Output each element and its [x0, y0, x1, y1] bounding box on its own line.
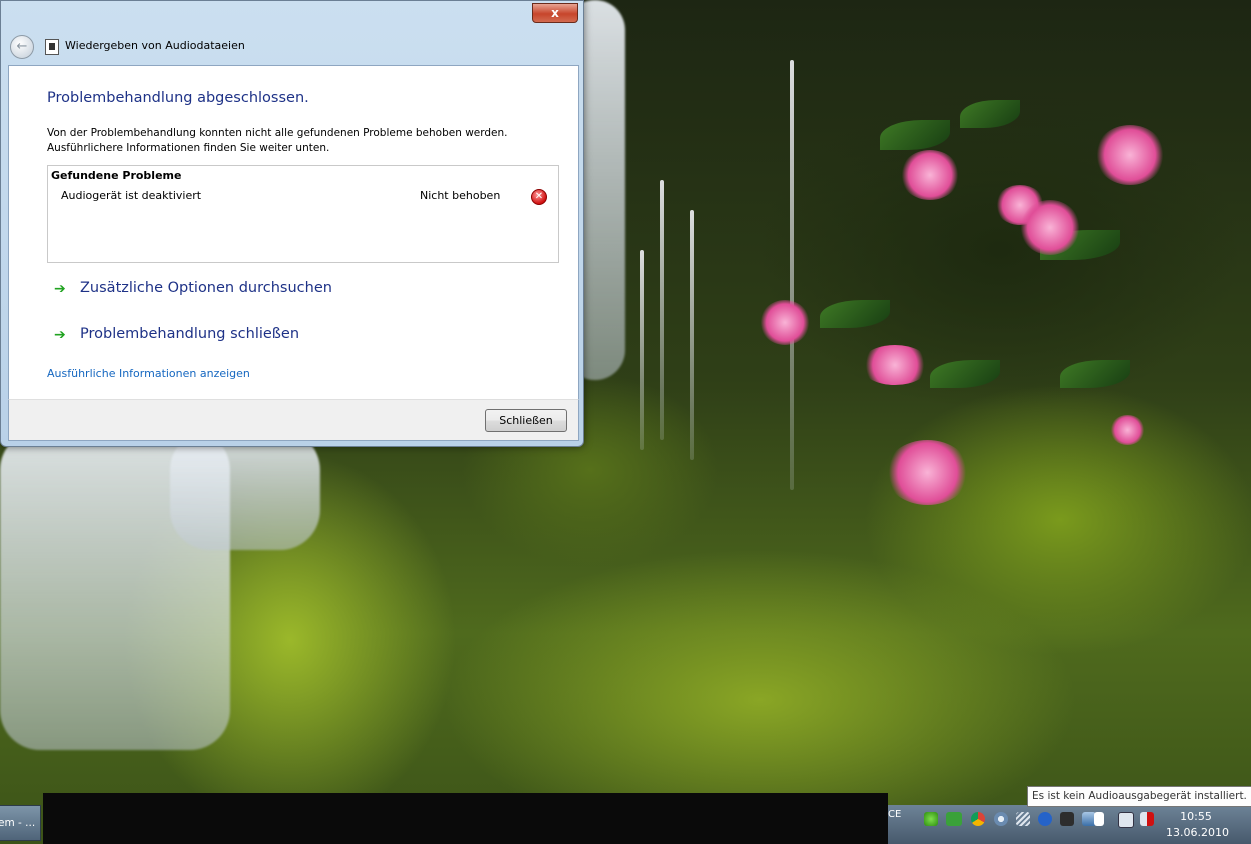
- language-indicator[interactable]: CE: [888, 809, 901, 820]
- speaker-muted-icon[interactable]: [1140, 812, 1154, 826]
- water-streak: [660, 180, 664, 440]
- problem-row[interactable]: Audiogerät ist deaktiviert Nicht behoben…: [48, 189, 558, 207]
- green-arrow-icon: ➔: [54, 327, 66, 343]
- tooltip: Es ist kein Audioausgabegerät installier…: [1027, 786, 1251, 807]
- option-label: Zusätzliche Optionen durchsuchen: [80, 280, 332, 296]
- window-title: Wiedergeben von Audiodataeien: [65, 39, 245, 52]
- problem-name: Audiogerät ist deaktiviert: [61, 189, 202, 202]
- problems-header: Gefundene Probleme: [51, 169, 182, 182]
- window-close-button[interactable]: x: [532, 3, 578, 23]
- taskbar-black-area: [43, 793, 888, 844]
- waterfall-shape: [170, 430, 320, 550]
- ovi-icon[interactable]: [946, 812, 962, 826]
- troubleshooter-window: x ← Wiedergeben von Audiodataeien Proble…: [0, 0, 584, 447]
- green-star-icon[interactable]: [924, 812, 938, 826]
- water-streak: [690, 210, 694, 460]
- chrome-icon[interactable]: [971, 812, 985, 826]
- water-streak: [790, 60, 794, 490]
- description-line: Ausführlichere Informationen finden Sie …: [47, 142, 330, 154]
- gear-icon[interactable]: [994, 812, 1008, 826]
- option-label: Problembehandlung schließen: [80, 326, 300, 342]
- leaf-shape: [880, 120, 950, 150]
- bluetooth-icon[interactable]: [1038, 812, 1052, 826]
- page-heading: Problembehandlung abgeschlossen.: [47, 90, 309, 106]
- problem-status: Nicht behoben: [420, 189, 501, 202]
- error-icon: ✕: [531, 189, 547, 205]
- flower-shape: [1110, 415, 1145, 445]
- flag-icon[interactable]: [1094, 812, 1104, 826]
- leaf-shape: [1060, 360, 1130, 388]
- title-bar: x ← Wiedergeben von Audiodataeien: [1, 1, 583, 63]
- footer-bar: Schließen: [8, 399, 579, 441]
- leaf-shape: [930, 360, 1000, 388]
- device-icon[interactable]: [1060, 812, 1074, 826]
- close-icon: x: [551, 6, 559, 20]
- clock-date[interactable]: 13.06.2010: [1166, 826, 1229, 839]
- monitor-icon[interactable]: [1118, 812, 1134, 828]
- flower-shape: [1020, 200, 1080, 255]
- network-icon[interactable]: [1016, 812, 1030, 826]
- clock-time[interactable]: 10:55: [1166, 810, 1226, 823]
- details-link[interactable]: Ausführliche Informationen anzeigen: [47, 367, 250, 380]
- water-streak: [640, 250, 644, 450]
- system-tray: CE 10:55 13.06.2010: [888, 805, 1251, 844]
- flower-shape: [885, 440, 970, 505]
- leaf-shape: [820, 300, 890, 328]
- leaf-shape: [960, 100, 1020, 128]
- green-arrow-icon: ➔: [54, 281, 66, 297]
- back-arrow-icon: ←: [16, 39, 28, 54]
- back-button[interactable]: ←: [10, 35, 34, 59]
- flower-shape: [760, 300, 810, 345]
- flower-shape: [860, 345, 930, 385]
- taskbar-item[interactable]: em - ...: [0, 805, 41, 841]
- problems-box: Gefundene Probleme Audiogerät ist deakti…: [47, 165, 559, 263]
- audio-file-icon: [45, 39, 59, 55]
- close-button[interactable]: Schließen: [485, 409, 567, 432]
- flower-shape: [900, 150, 960, 200]
- flower-shape: [1095, 125, 1165, 185]
- description: Von der Problembehandlung konnten nicht …: [47, 126, 547, 156]
- content-area: Problembehandlung abgeschlossen. Von der…: [8, 65, 579, 400]
- description-line: Von der Problembehandlung konnten nicht …: [47, 127, 508, 139]
